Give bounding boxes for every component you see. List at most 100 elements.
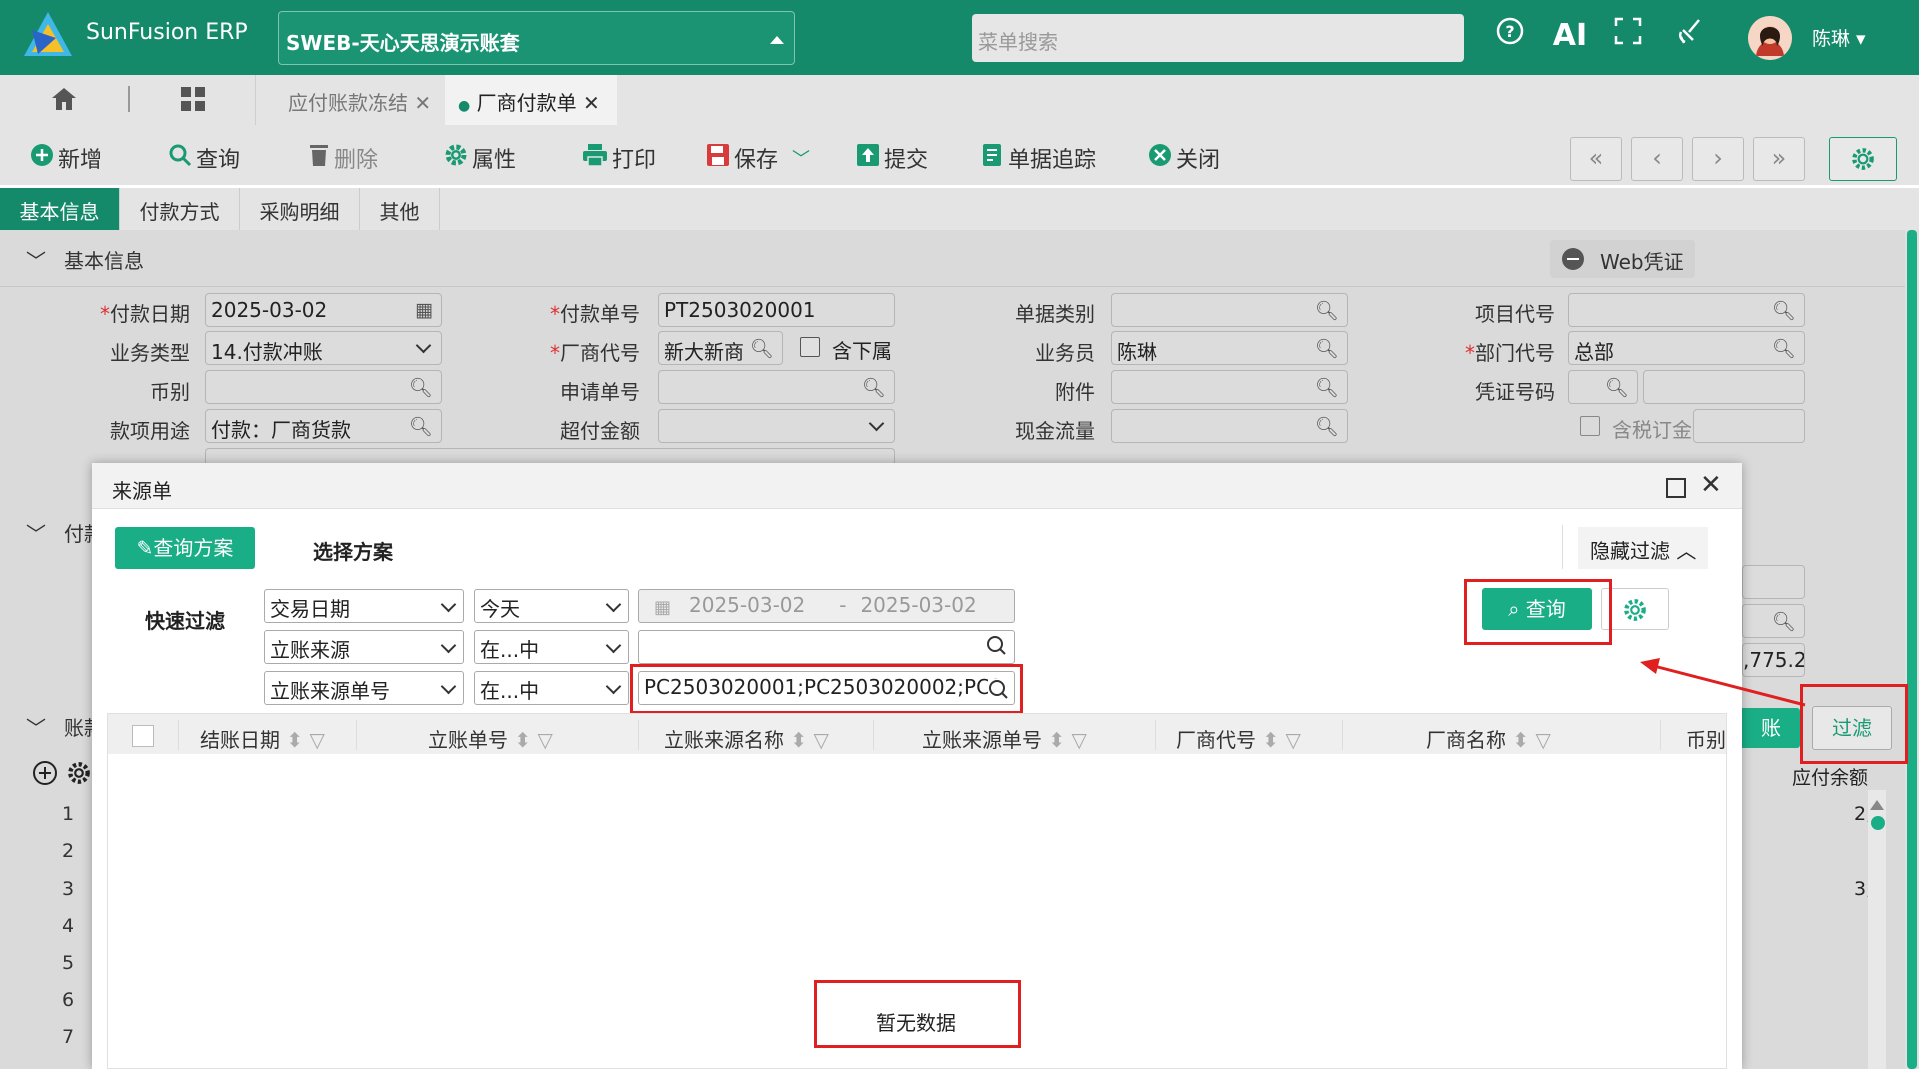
- search-icon[interactable]: 🔍︎: [1772, 610, 1796, 633]
- collapse-icon[interactable]: ﹀: [26, 518, 46, 547]
- collapse-icon[interactable]: ﹀: [26, 712, 46, 741]
- col-ap-no[interactable]: 立账单号 ⬍ ▽: [428, 724, 553, 753]
- currency-input[interactable]: 🔍︎: [205, 370, 442, 404]
- scroll-thumb[interactable]: [1871, 816, 1885, 830]
- submit-button[interactable]: 提交: [856, 142, 928, 174]
- apps-grid-icon[interactable]: [180, 86, 206, 117]
- account-select[interactable]: SWEB-天心天思演示账套: [278, 11, 795, 65]
- right-input[interactable]: [1742, 565, 1805, 599]
- next-record-button[interactable]: ›: [1692, 137, 1744, 181]
- col-ap-source-name[interactable]: 立账来源名称 ⬍ ▽: [664, 724, 829, 753]
- tab-vendor-payment-label: ● 厂商付款单 ✕: [458, 91, 600, 115]
- filter2-field-select[interactable]: 立账来源: [264, 630, 464, 664]
- col-vendor-code[interactable]: 厂商代号 ⬍ ▽: [1176, 724, 1301, 753]
- biz-type-select[interactable]: 14.付款冲账: [205, 331, 442, 365]
- select-all-checkbox[interactable]: [132, 725, 154, 747]
- delete-button[interactable]: 删除: [308, 142, 378, 174]
- add-row-icon[interactable]: [32, 760, 58, 791]
- apply-no-input[interactable]: 🔍︎: [658, 370, 895, 404]
- broom-icon[interactable]: [1668, 16, 1712, 57]
- search-icon[interactable]: 🔍︎: [1605, 376, 1629, 399]
- include-order-checkbox[interactable]: [1580, 416, 1600, 436]
- col-close-date[interactable]: 结账日期 ⬍ ▽: [200, 724, 325, 753]
- help-icon[interactable]: ?: [1488, 16, 1532, 57]
- col-ap-source-no[interactable]: 立账来源单号 ⬍ ▽: [922, 724, 1087, 753]
- chevron-down-icon[interactable]: ﹀: [792, 145, 810, 171]
- previous-record-button[interactable]: ‹: [1631, 137, 1683, 181]
- filter2-op-select[interactable]: 在...中: [474, 630, 629, 664]
- trace-button[interactable]: 单据追踪: [980, 142, 1096, 174]
- add-button[interactable]: 新增: [30, 142, 102, 174]
- last-record-button[interactable]: »: [1753, 137, 1805, 181]
- order-input[interactable]: [1693, 409, 1805, 443]
- query-button[interactable]: 查询: [168, 142, 240, 174]
- purpose-input[interactable]: 付款：厂商货款 🔍︎: [205, 409, 442, 443]
- collapse-icon[interactable]: ﹀: [26, 245, 46, 274]
- account-button[interactable]: 账: [1742, 708, 1800, 748]
- search-icon[interactable]: 🔍︎: [409, 415, 433, 438]
- pay-no-input[interactable]: PT2503020001: [658, 293, 895, 327]
- pay-date-input[interactable]: 2025-03-02 ▦: [205, 293, 442, 327]
- cashflow-input[interactable]: 🔍︎: [1111, 409, 1348, 443]
- search-icon[interactable]: 🔍︎: [409, 376, 433, 399]
- select-plan-label[interactable]: 选择方案: [313, 536, 393, 565]
- voucher-no-input[interactable]: [1643, 370, 1805, 404]
- search-icon[interactable]: 🔍︎: [1772, 299, 1796, 322]
- avatar[interactable]: [1748, 16, 1792, 60]
- voucher-input[interactable]: 🔍︎: [1568, 370, 1638, 404]
- menu-search-input[interactable]: 菜单搜索: [972, 14, 1464, 62]
- properties-button[interactable]: 属性: [444, 142, 516, 174]
- attachment-input[interactable]: 🔍︎: [1111, 370, 1348, 404]
- calendar-icon[interactable]: ▦: [415, 299, 433, 321]
- salesman-input[interactable]: 陈琳 🔍︎: [1111, 331, 1348, 365]
- close-button[interactable]: 关闭: [1148, 142, 1220, 174]
- scroll-up-icon[interactable]: [1870, 800, 1884, 810]
- query-plan-button[interactable]: ✎查询方案: [115, 527, 255, 569]
- search-icon[interactable]: 🔍︎: [1315, 337, 1339, 360]
- close-icon[interactable]: ✕: [1700, 470, 1722, 500]
- fullscreen-icon[interactable]: [1606, 16, 1650, 56]
- hide-filter-button[interactable]: 隐藏过滤 ︿: [1578, 527, 1708, 569]
- filter3-op-select[interactable]: 在...中: [474, 671, 629, 705]
- page-scroll-thumb[interactable]: [1907, 230, 1917, 1069]
- vendor-code-input[interactable]: 新大新商 🔍︎: [658, 331, 783, 365]
- subtab-basic-info[interactable]: 基本信息: [0, 188, 120, 230]
- subtab-payment-method[interactable]: 付款方式: [120, 188, 240, 230]
- dialog-title: 来源单: [112, 479, 172, 503]
- home-icon[interactable]: [50, 86, 78, 117]
- print-button[interactable]: 打印: [582, 142, 656, 174]
- save-button[interactable]: 保存 ﹀: [706, 142, 810, 174]
- filter1-field-select[interactable]: 交易日期: [264, 589, 464, 623]
- filter2-value-input[interactable]: [638, 630, 1015, 664]
- project-input[interactable]: 🔍︎: [1568, 293, 1805, 327]
- maximize-icon[interactable]: [1666, 478, 1686, 498]
- overpay-select[interactable]: [658, 409, 895, 443]
- first-record-button[interactable]: «: [1570, 137, 1622, 181]
- ai-icon[interactable]: AI: [1548, 16, 1592, 56]
- filter3-field-select[interactable]: 立账来源单号: [264, 671, 464, 705]
- col-vendor-name[interactable]: 厂商名称 ⬍ ▽: [1426, 724, 1551, 753]
- doc-type-input[interactable]: 🔍︎: [1111, 293, 1348, 327]
- table-scrollbar[interactable]: [1868, 790, 1886, 1069]
- search-icon[interactable]: 🔍︎: [1315, 299, 1339, 322]
- search-icon[interactable]: 🔍︎: [1315, 415, 1339, 438]
- date-range-input[interactable]: 2025-03-02-2025-03-02: [638, 589, 1015, 623]
- search-icon[interactable]: 🔍︎: [1772, 337, 1796, 360]
- highlight-box: [630, 664, 1023, 714]
- dept-input[interactable]: 总部 🔍︎: [1568, 331, 1805, 365]
- search-icon[interactable]: 🔍︎: [750, 337, 774, 360]
- search-icon[interactable]: [986, 635, 1006, 660]
- col-currency[interactable]: 币别: [1686, 724, 1726, 753]
- search-icon[interactable]: 🔍︎: [1315, 376, 1339, 399]
- right-input[interactable]: 🔍︎: [1742, 604, 1805, 638]
- filter1-op-select[interactable]: 今天: [474, 589, 629, 623]
- tab-ap-freeze[interactable]: 应付账款冻结 ✕: [288, 75, 431, 125]
- settings-button[interactable]: [1829, 137, 1897, 181]
- voucher-label: 凭证号码: [1475, 380, 1555, 404]
- subtab-other[interactable]: 其他: [360, 188, 440, 230]
- user-name[interactable]: 陈琳 ▾: [1812, 24, 1866, 51]
- subtab-purchase-detail[interactable]: 采购明细: [240, 188, 360, 230]
- search-icon[interactable]: 🔍︎: [862, 376, 886, 399]
- gear-icon[interactable]: [66, 760, 92, 791]
- include-sub-checkbox[interactable]: [800, 337, 820, 357]
